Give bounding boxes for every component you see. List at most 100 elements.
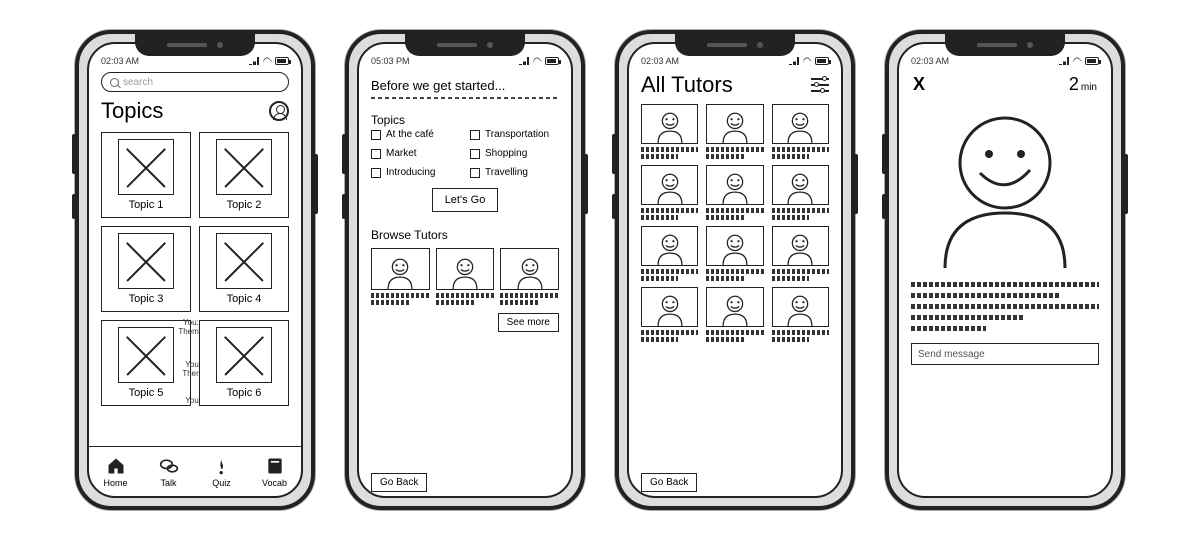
person-icon — [718, 292, 752, 326]
text-placeholder — [500, 300, 538, 305]
search-input[interactable]: search — [101, 72, 289, 92]
text-placeholder — [772, 208, 829, 213]
message-input[interactable]: Send message — [911, 343, 1099, 365]
status-time: 02:03 AM — [101, 56, 139, 66]
text-placeholder — [772, 269, 829, 274]
checkbox-transportation[interactable]: Transportation — [470, 129, 559, 140]
checkbox-shopping[interactable]: Shopping — [470, 148, 559, 159]
signal-icon — [789, 57, 799, 65]
section-topics: Topics — [371, 113, 559, 127]
tutor-card[interactable] — [641, 226, 698, 281]
checkbox-icon — [470, 168, 480, 178]
image-placeholder-icon — [118, 139, 174, 195]
topic-card[interactable]: Topic 6 — [199, 320, 289, 406]
text-placeholder — [772, 154, 809, 159]
text-placeholder — [641, 147, 698, 152]
signal-icon — [249, 57, 259, 65]
tutor-card[interactable] — [706, 287, 763, 342]
tab-talk[interactable]: Talk — [142, 447, 195, 496]
checkbox-introducing[interactable]: Introducing — [371, 167, 460, 178]
text-placeholder — [772, 147, 829, 152]
tutor-card[interactable] — [371, 248, 430, 305]
go-back-button[interactable]: Go Back — [371, 473, 427, 492]
person-icon — [718, 170, 752, 204]
close-button[interactable]: X — [913, 74, 925, 95]
status-time: 02:03 AM — [641, 56, 679, 66]
tab-bar: Home Talk Quiz Vocab — [89, 446, 301, 496]
text-placeholder — [706, 154, 743, 159]
divider — [371, 95, 559, 101]
checkbox-icon — [371, 149, 381, 159]
topic-card[interactable]: Topic 4 — [199, 226, 289, 312]
tutor-card[interactable] — [772, 104, 829, 159]
vocab-icon — [265, 456, 285, 476]
person-icon — [513, 255, 547, 289]
text-placeholder — [706, 330, 763, 335]
tab-quiz[interactable]: Quiz — [195, 447, 248, 496]
checkbox-at-the-cafe[interactable]: At the café — [371, 129, 460, 140]
tutor-avatar — [911, 103, 1099, 273]
quiz-icon — [212, 456, 232, 476]
person-icon — [718, 231, 752, 265]
lets-go-button[interactable]: Let's Go — [432, 188, 499, 212]
tutor-card[interactable] — [706, 104, 763, 159]
tab-home[interactable]: Home — [89, 447, 142, 496]
tutor-card[interactable] — [706, 226, 763, 281]
status-time: 05:03 PM — [371, 56, 410, 66]
tutor-card[interactable] — [772, 287, 829, 342]
text-placeholder — [706, 337, 743, 342]
text-placeholder — [772, 337, 809, 342]
checkbox-market[interactable]: Market — [371, 148, 460, 159]
text-placeholder — [641, 330, 698, 335]
status-icons — [249, 56, 289, 66]
text-placeholder — [500, 293, 559, 298]
page-title: All Tutors — [641, 72, 733, 98]
checkbox-icon — [371, 130, 381, 140]
person-icon — [653, 109, 687, 143]
tutor-card[interactable] — [706, 165, 763, 220]
image-placeholder-icon — [118, 233, 174, 289]
see-more-button[interactable]: See more — [498, 313, 559, 332]
phone-3-all-tutors: 02:03 AM All Tutors — [615, 30, 855, 510]
filter-icon[interactable] — [811, 78, 829, 92]
text-placeholder — [641, 276, 678, 281]
checkbox-icon — [470, 130, 480, 140]
text-placeholder — [641, 154, 678, 159]
notch — [135, 34, 255, 56]
topic-card[interactable]: Topic 1 — [101, 132, 191, 218]
tutor-card[interactable] — [772, 226, 829, 281]
wifi-icon — [532, 56, 542, 66]
tutor-grid — [641, 104, 829, 342]
text-placeholder — [641, 337, 678, 342]
tab-vocab[interactable]: Vocab — [248, 447, 301, 496]
topic-card[interactable]: Topic 2 — [199, 132, 289, 218]
text-placeholder — [772, 276, 809, 281]
tutor-card[interactable] — [772, 165, 829, 220]
text-placeholder — [706, 208, 763, 213]
checkbox-travelling[interactable]: Travelling — [470, 167, 559, 178]
topic-card[interactable]: Topic 3 — [101, 226, 191, 312]
text-placeholder — [706, 215, 743, 220]
text-placeholder — [772, 330, 829, 335]
status-time: 02:03 AM — [911, 56, 949, 66]
call-duration: 2min — [1069, 74, 1097, 95]
tutor-card[interactable] — [641, 104, 698, 159]
profile-icon[interactable] — [269, 101, 289, 121]
topic-card[interactable]: Topic 5 — [101, 320, 191, 406]
tutor-card[interactable] — [436, 248, 495, 305]
image-placeholder-icon — [216, 139, 272, 195]
person-icon — [653, 231, 687, 265]
tutor-card[interactable] — [641, 165, 698, 220]
topic-grid: Topic 1 Topic 2 Topic 3 Topic 4 Topic 5 … — [101, 132, 289, 406]
person-icon — [935, 108, 1075, 268]
tutor-card[interactable] — [500, 248, 559, 305]
image-placeholder-icon — [216, 327, 272, 383]
notch — [945, 34, 1065, 56]
tutor-card[interactable] — [641, 287, 698, 342]
battery-icon — [815, 57, 829, 65]
text-placeholder — [371, 293, 430, 298]
go-back-button[interactable]: Go Back — [641, 473, 697, 492]
pre-title: Before we get started... — [371, 78, 559, 93]
image-placeholder-icon — [118, 327, 174, 383]
person-icon — [783, 109, 817, 143]
